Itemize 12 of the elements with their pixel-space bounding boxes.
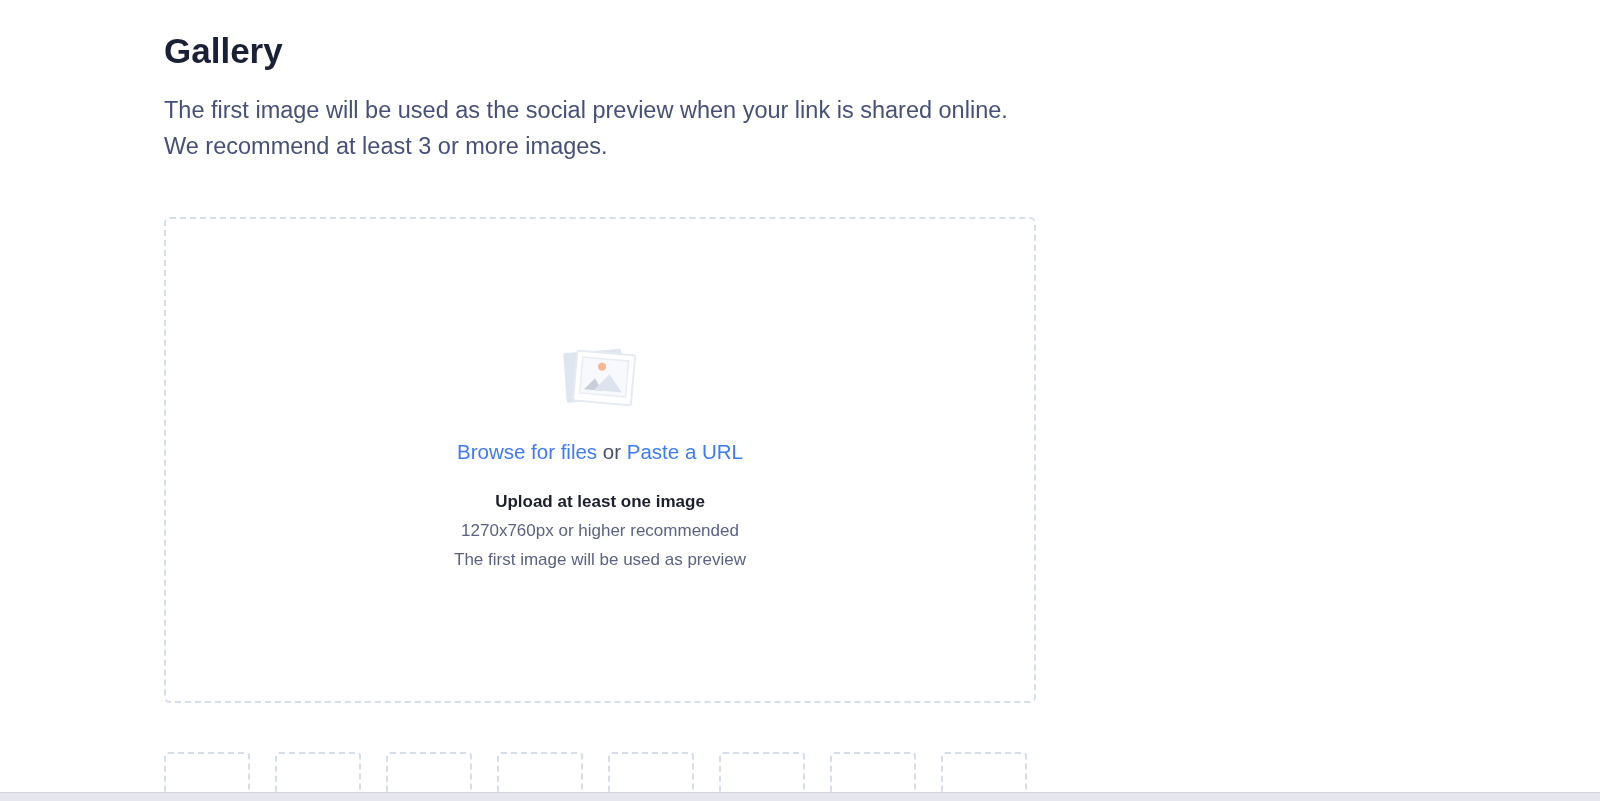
description-text: We recommend at least 3 or more images. [164, 132, 608, 161]
upload-prompt: Browse for files or Paste a URL [457, 439, 743, 464]
upload-dropzone[interactable]: Browse for files or Paste a URL Upload at least one image 1270x760px or higher recommended The first image will be used as preview [164, 217, 1036, 703]
upload-hint: The first image will be used as preview [454, 548, 746, 571]
section-title: Gallery [164, 30, 283, 72]
paste-url-link[interactable]: Paste a URL [626, 439, 743, 463]
browse-files-link[interactable]: Browse for files [457, 439, 598, 463]
image-upload-icon [563, 346, 637, 407]
upload-hint: 1270x760px or higher recommended [461, 519, 739, 542]
horizontal-scrollbar[interactable] [0, 792, 1600, 801]
upload-requirement: Upload at least one image [495, 490, 705, 513]
description-text: The first image will be used as the social preview when your link is shared online. [164, 96, 1008, 125]
